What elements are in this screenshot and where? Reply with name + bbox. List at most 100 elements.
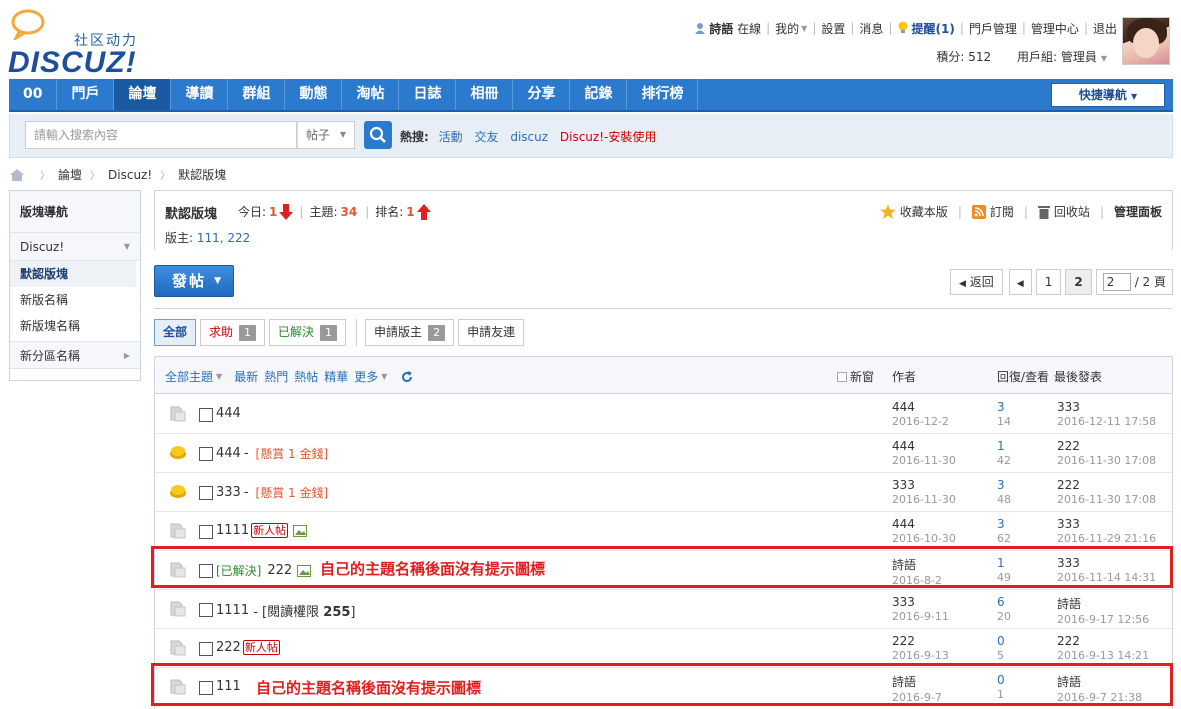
- nav-item-feed[interactable]: 動態: [285, 79, 343, 110]
- search-type-select[interactable]: 帖子 ▼: [297, 121, 355, 149]
- discuz-logo[interactable]: 社区动力 DISCUZ!: [8, 6, 148, 79]
- forum-title[interactable]: 默認版塊: [165, 203, 217, 222]
- avatar[interactable]: [1122, 17, 1170, 65]
- new-post-button[interactable]: 發帖 ▼: [154, 265, 234, 297]
- filter-solved[interactable]: 已解決 1: [269, 319, 347, 346]
- last-user[interactable]: 222: [1057, 439, 1080, 453]
- author-name[interactable]: 444: [892, 400, 915, 414]
- thread-title[interactable]: 444- [懸賞 1 金錢]: [216, 445, 328, 462]
- new-window-checkbox[interactable]: [837, 371, 847, 382]
- thread-checkbox[interactable]: [199, 603, 213, 617]
- sidebar-item-new-board[interactable]: 新版塊名稱: [10, 313, 140, 339]
- points-link[interactable]: 積分: 512: [936, 50, 991, 64]
- filter-apply-link[interactable]: 申請友連: [458, 319, 525, 346]
- table-row[interactable]: 444- [懸賞 1 金錢] 444 2016-11-30 1 42 222 2016-…: [155, 434, 1172, 473]
- manage-panel-button[interactable]: 管理面板: [1114, 203, 1162, 220]
- last-user[interactable]: 222: [1057, 478, 1080, 492]
- last-user[interactable]: 詩語: [1057, 597, 1081, 611]
- logout-link[interactable]: 退出: [1093, 20, 1117, 37]
- tab-digest[interactable]: 精華: [324, 368, 348, 385]
- new-window-toggle[interactable]: 新窗: [837, 368, 874, 385]
- thread-checkbox[interactable]: [199, 642, 213, 656]
- reply-count[interactable]: 1: [997, 439, 1005, 453]
- last-time[interactable]: 2016-11-30 17:08: [1057, 454, 1156, 467]
- thread-checkbox[interactable]: [199, 486, 213, 500]
- nav-item-album[interactable]: 相冊: [456, 79, 514, 110]
- filter-all[interactable]: 全部: [154, 319, 197, 346]
- thread-title-text[interactable]: 1111: [216, 603, 249, 618]
- mods-list[interactable]: 111, 222: [197, 231, 250, 245]
- messages-link[interactable]: 消息: [859, 20, 883, 37]
- pager-back-button[interactable]: ◀ 返回: [950, 269, 1003, 295]
- remind-link[interactable]: 提醒(1): [911, 20, 954, 37]
- last-user[interactable]: 333: [1057, 400, 1080, 414]
- thread-title-text[interactable]: 444: [216, 446, 241, 461]
- author-name[interactable]: 333: [892, 595, 915, 609]
- last-user[interactable]: 333: [1057, 517, 1080, 531]
- thread-title[interactable]: 1111 新人帖: [216, 523, 308, 538]
- nav-item-collection[interactable]: 淘帖: [342, 79, 400, 110]
- sidebar-item-default[interactable]: 默認版塊: [10, 261, 136, 287]
- reply-count[interactable]: 6: [997, 595, 1005, 609]
- search-button[interactable]: [364, 121, 392, 149]
- tab-hot-posts[interactable]: 熱帖: [294, 368, 318, 385]
- table-row[interactable]: 1111 - [閱讀權限 255] 333 2016-9-11 6 20 詩語 201…: [155, 590, 1172, 629]
- thread-title-text[interactable]: 1111: [216, 523, 249, 538]
- sidebar-group-new[interactable]: 新分區名稱 ▶: [10, 341, 140, 369]
- filter-help[interactable]: 求助 1: [200, 319, 266, 346]
- portal-admin-link[interactable]: 門戶管理: [969, 20, 1017, 37]
- tab-latest[interactable]: 最新: [234, 368, 258, 385]
- hot-keyword[interactable]: Discuz!-安裝使用: [560, 130, 656, 144]
- pager-page-1[interactable]: 1: [1035, 269, 1062, 295]
- last-time[interactable]: 2016-11-30 17:08: [1057, 493, 1156, 506]
- breadcrumb-forum[interactable]: 論壇: [58, 166, 82, 183]
- username-link[interactable]: 詩語: [709, 20, 733, 37]
- thread-checkbox[interactable]: [199, 408, 213, 422]
- rss-button[interactable]: 訂閱: [971, 203, 1014, 220]
- my-menu[interactable]: 我的: [775, 20, 799, 37]
- home-icon[interactable]: [10, 168, 24, 181]
- nav-item-records[interactable]: 記錄: [570, 79, 628, 110]
- nav-item-groups[interactable]: 群組: [228, 79, 286, 110]
- thread-title[interactable]: 222 新人帖: [216, 640, 280, 655]
- thread-title[interactable]: 444: [216, 406, 241, 421]
- reply-count[interactable]: 3: [997, 478, 1005, 492]
- thread-title[interactable]: 1111 - [閱讀權限 255]: [216, 601, 356, 620]
- last-time[interactable]: 2016-9-13 14:21: [1057, 649, 1149, 662]
- reply-count[interactable]: 3: [997, 517, 1005, 531]
- thread-checkbox[interactable]: [199, 447, 213, 461]
- settings-link[interactable]: 設置: [821, 20, 845, 37]
- nav-item-forum[interactable]: 論壇: [114, 79, 172, 110]
- thread-title-text[interactable]: 333: [216, 485, 241, 500]
- refresh-icon[interactable]: [401, 370, 413, 383]
- favorite-forum-button[interactable]: 收藏本版: [879, 203, 948, 220]
- pager-jump-input[interactable]: 2: [1102, 273, 1131, 291]
- author-name[interactable]: 444: [892, 517, 915, 531]
- thread-title[interactable]: 333- [懸賞 1 金錢]: [216, 484, 328, 501]
- admin-center-link[interactable]: 管理中心: [1031, 20, 1079, 37]
- breadcrumb-discuz[interactable]: Discuz!: [108, 168, 152, 182]
- hot-keyword[interactable]: 交友: [474, 130, 498, 144]
- recycle-bin-button[interactable]: 回收站: [1037, 203, 1090, 220]
- nav-item-blog[interactable]: 日誌: [399, 79, 457, 110]
- reply-count[interactable]: 0: [997, 634, 1005, 648]
- last-user[interactable]: 222: [1057, 634, 1080, 648]
- pager-prev-button[interactable]: ◀: [1008, 269, 1032, 295]
- thread-title-text[interactable]: 222: [216, 640, 241, 655]
- author-name[interactable]: 444: [892, 439, 915, 453]
- nav-item-ranking[interactable]: 排行榜: [627, 79, 699, 110]
- table-row[interactable]: 444 444 2016-12-2 3 14 333 2016-12-11 17:58: [155, 395, 1172, 434]
- last-time[interactable]: 2016-12-11 17:58: [1057, 415, 1156, 428]
- nav-item-guide[interactable]: 導讀: [171, 79, 229, 110]
- tab-more[interactable]: 更多: [354, 368, 378, 385]
- nav-item-portal[interactable]: 門戶: [57, 79, 115, 110]
- table-row[interactable]: 333- [懸賞 1 金錢] 333 2016-11-30 3 48 222 2016-…: [155, 473, 1172, 512]
- tab-hot[interactable]: 熱門: [264, 368, 288, 385]
- thread-title-text[interactable]: 444: [216, 406, 241, 421]
- search-input[interactable]: 請輸入搜索內容: [25, 121, 297, 149]
- last-time[interactable]: 2016-9-17 12:56: [1057, 613, 1149, 626]
- nav-item-00[interactable]: 00: [9, 79, 58, 110]
- tab-all-threads[interactable]: 全部主題: [165, 368, 213, 385]
- author-name[interactable]: 222: [892, 634, 915, 648]
- breadcrumb-current[interactable]: 默認版塊: [178, 166, 226, 183]
